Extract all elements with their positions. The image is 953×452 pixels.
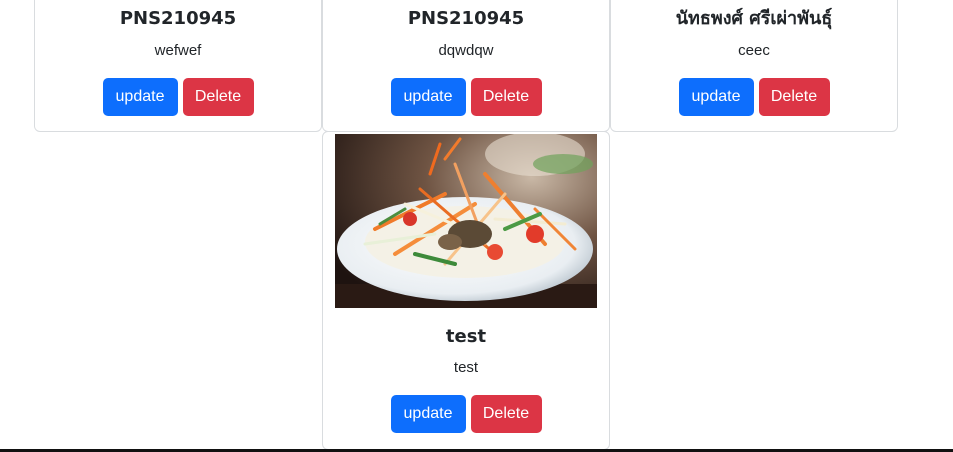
card-title: PNS210945 [407, 8, 525, 29]
delete-button[interactable]: Delete [470, 78, 542, 116]
item-card: PNS210945 dqwdqw update Delete [322, 0, 610, 132]
card-title: PNS210945 [119, 8, 237, 29]
item-card: PNS210945 wefwef update Delete [34, 0, 322, 132]
update-button[interactable]: update [102, 78, 178, 116]
card-text: test [453, 359, 479, 376]
card-text: dqwdqw [438, 42, 494, 59]
delete-button[interactable]: Delete [470, 395, 542, 433]
delete-button[interactable]: Delete [182, 78, 254, 116]
card-text: wefwef [154, 42, 202, 59]
delete-button[interactable]: Delete [758, 78, 830, 116]
card-title: นัทธพงศ์ ศรีเผ่าพันธุ์ [675, 8, 833, 29]
card-actions: update Delete [323, 395, 609, 433]
item-card: test test update Delete [322, 131, 610, 450]
card-actions: update Delete [323, 78, 609, 116]
card-title: test [445, 326, 487, 347]
item-card: นัทธพงศ์ ศรีเผ่าพันธุ์ ceec update Delet… [610, 0, 898, 132]
card-actions: update Delete [35, 78, 321, 116]
update-button[interactable]: update [390, 78, 466, 116]
update-button[interactable]: update [678, 78, 754, 116]
update-button[interactable]: update [390, 395, 466, 433]
food-image [335, 134, 597, 308]
card-actions: update Delete [611, 78, 897, 116]
card-text: ceec [738, 42, 770, 59]
